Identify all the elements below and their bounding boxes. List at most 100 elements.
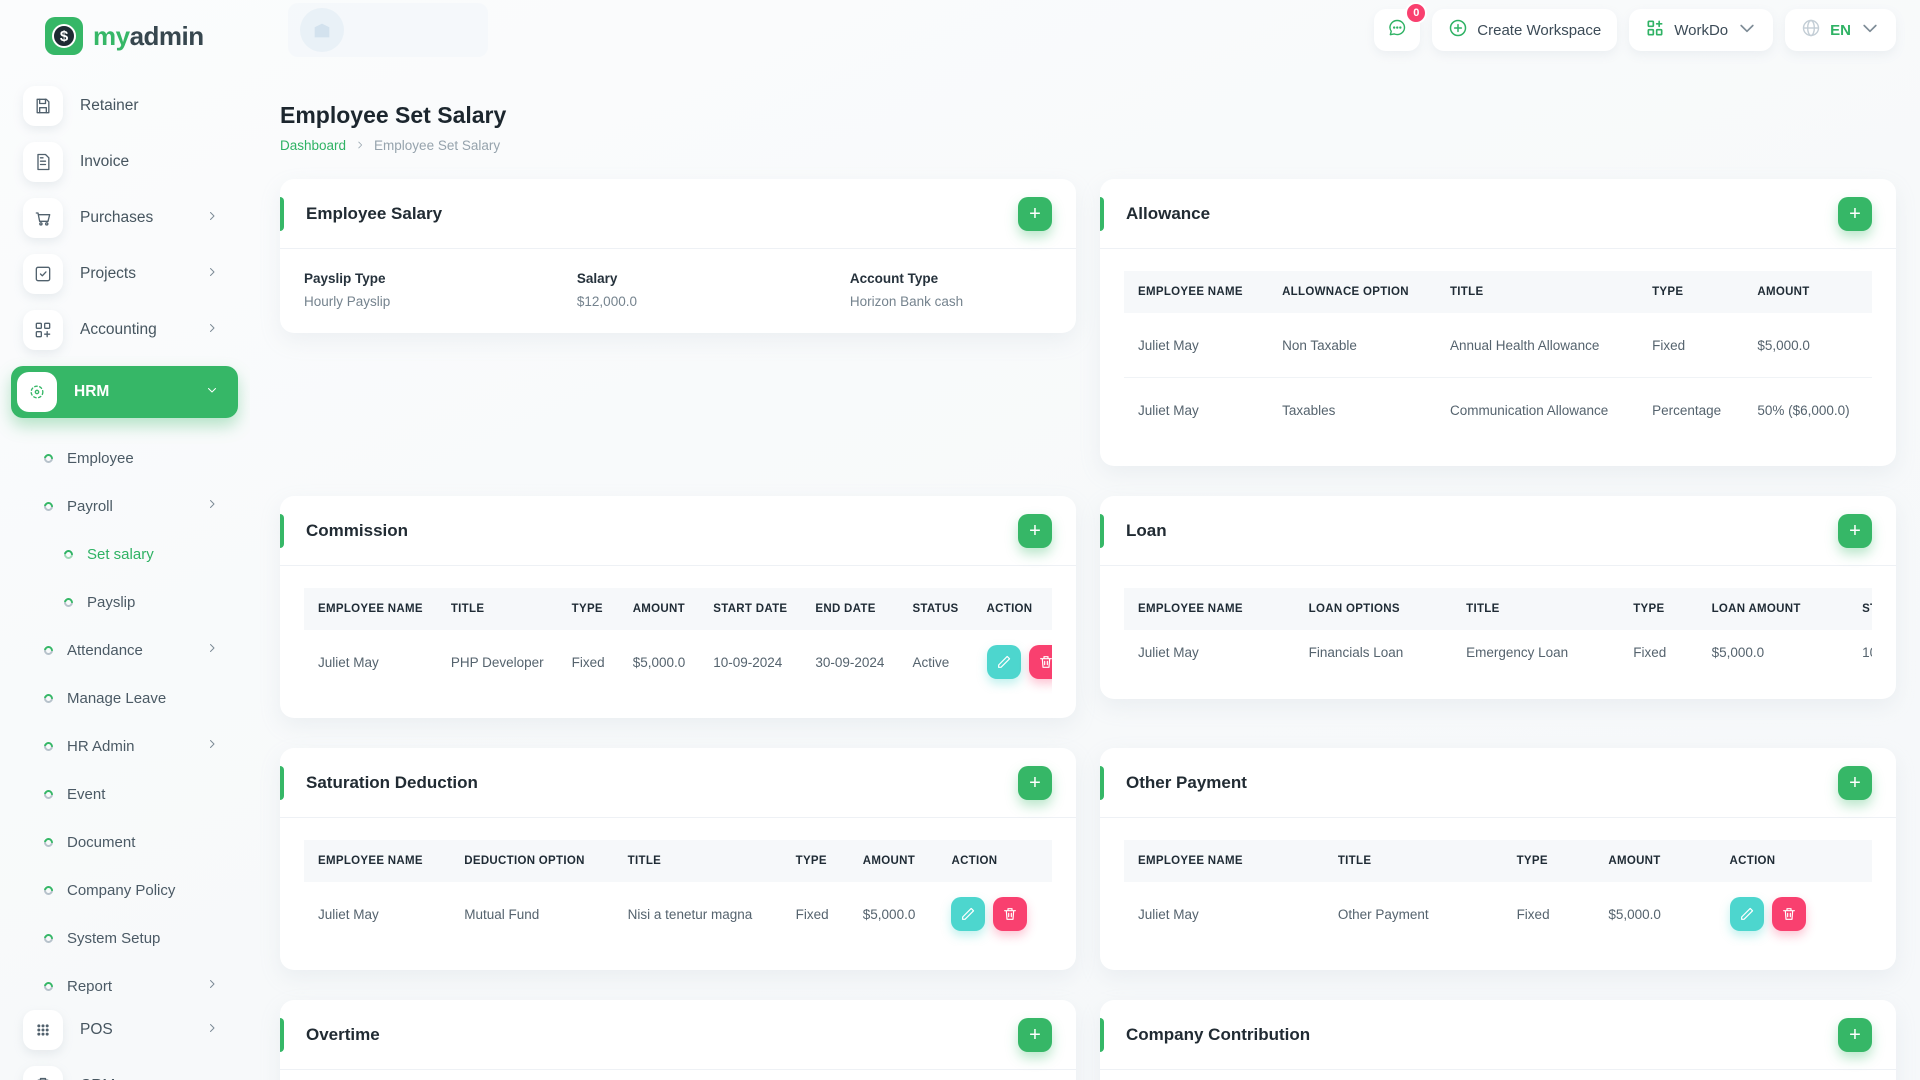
- sidebar-item-payslip[interactable]: Payslip: [0, 578, 250, 626]
- sidebar-item-label: Set salary: [87, 545, 154, 563]
- employee-salary-body: Payslip Type Hourly Payslip Salary $12,0…: [280, 249, 1076, 333]
- column-header: Deduction Option: [450, 840, 614, 882]
- table-cell: Juliet May: [1138, 645, 1199, 660]
- sidebar-item-label: Retainer: [80, 97, 139, 114]
- sidebar-item-purchases[interactable]: Purchases: [11, 198, 238, 238]
- table-cell: Juliet May: [1138, 402, 1199, 418]
- bullet-icon: [42, 499, 55, 513]
- field-account-type: Account Type Horizon Bank cash: [849, 271, 964, 309]
- workdo-dropdown[interactable]: WorkDo: [1629, 9, 1774, 51]
- column-header: Amount: [618, 588, 700, 630]
- card-title: Company Contribution: [1126, 1024, 1311, 1044]
- building-icon: [300, 8, 344, 52]
- table-cell: Nisi a tenetur magna: [627, 906, 753, 922]
- hrm-icon: [17, 372, 57, 412]
- sidebar-item-label: Purchases: [80, 209, 154, 226]
- breadcrumb-dashboard-link[interactable]: Dashboard: [280, 138, 346, 153]
- delete-button[interactable]: [993, 897, 1028, 931]
- bullet-icon: [62, 595, 75, 609]
- table-cell: Non Taxable: [1268, 313, 1436, 378]
- edit-button[interactable]: [1729, 897, 1764, 931]
- table-cell: Mutual Fund: [464, 906, 540, 922]
- chevron-right-icon: [206, 641, 218, 659]
- column-header: Employee Name: [304, 840, 451, 882]
- table-cell: Taxables: [1282, 402, 1336, 418]
- sidebar-item-label: Event: [67, 785, 106, 803]
- card-header: Allowance +: [1100, 179, 1896, 249]
- topbar: 0 Create Workspace WorkDo EN: [280, 0, 1896, 60]
- accent-bar: [1100, 766, 1104, 800]
- sidebar-item-report[interactable]: Report: [0, 962, 250, 1010]
- sidebar-item-retainer[interactable]: Retainer: [11, 86, 238, 126]
- sidebar-item-label: Document: [67, 833, 136, 851]
- language-dropdown[interactable]: EN: [1785, 9, 1896, 51]
- page-title: Employee Set Salary: [280, 102, 507, 128]
- add-loan-button[interactable]: +: [1838, 513, 1872, 548]
- column-header: Start Date: [1848, 588, 1872, 630]
- chevron-right-icon: [206, 1021, 218, 1039]
- saturation-deduction-table: Employee Name Deduction Option Title Type Am…: [304, 840, 1052, 946]
- add-overtime-button[interactable]: +: [1018, 1017, 1052, 1052]
- create-workspace-button[interactable]: Create Workspace: [1432, 9, 1618, 51]
- sidebar-item-system-setup[interactable]: System Setup: [0, 914, 250, 962]
- delete-button[interactable]: [1028, 645, 1052, 679]
- sidebar-item-invoice[interactable]: Invoice: [11, 142, 238, 182]
- column-header: Title: [436, 588, 558, 630]
- sidebar-item-accounting[interactable]: Accounting: [11, 310, 238, 350]
- card-grid: Employee Salary + Payslip Type Hourly Pa…: [280, 179, 1896, 1080]
- sidebar-item-projects[interactable]: Projects: [11, 254, 238, 294]
- brand-logo[interactable]: $ myadmin: [0, 14, 250, 58]
- table-cell: $5,000.0: [862, 906, 916, 922]
- pencil-icon: [960, 906, 976, 922]
- action-cell: [937, 882, 1052, 946]
- add-saturation-deduction-button[interactable]: +: [1018, 765, 1052, 800]
- sidebar-item-label: POS: [80, 1021, 113, 1038]
- loan-card: Loan + Employee Name Loan Options Title Typ…: [1100, 496, 1896, 699]
- add-company-contribution-button[interactable]: +: [1838, 1017, 1872, 1052]
- table-row: Juliet May Financials Loan Emergency Loan F…: [1124, 630, 1872, 675]
- add-other-payment-button[interactable]: +: [1838, 765, 1872, 800]
- column-header: Status: [898, 588, 973, 630]
- sidebar-item-hr-admin[interactable]: HR Admin: [0, 722, 250, 770]
- sidebar-item-event[interactable]: Event: [0, 770, 250, 818]
- table-cell: Juliet May: [1138, 906, 1199, 922]
- accent-bar: [1100, 197, 1104, 231]
- add-commission-button[interactable]: +: [1018, 513, 1052, 548]
- add-employee-salary-button[interactable]: +: [1018, 196, 1052, 231]
- column-header: Type: [1502, 840, 1595, 882]
- column-header: Amount: [1594, 840, 1716, 882]
- table-cell: $5,000.0: [1608, 906, 1661, 922]
- sidebar-item-manage-leave[interactable]: Manage Leave: [0, 674, 250, 722]
- messages-button[interactable]: 0: [1374, 2, 1428, 51]
- app-root: $ myadmin Retainer Invoice Purchases Projec…: [0, 0, 1920, 1080]
- sidebar-item-company-policy[interactable]: Company Policy: [0, 866, 250, 914]
- sidebar-item-set-salary[interactable]: Set salary: [0, 530, 250, 578]
- edit-button[interactable]: [951, 897, 986, 931]
- table-row: Juliet May Other Payment Fixed $5,000.0: [1124, 882, 1872, 946]
- accent-bar: [280, 514, 284, 548]
- pos-icon: [23, 1010, 63, 1050]
- table-row: Juliet May PHP Developer Fixed $5,000.0 10-0…: [304, 630, 1052, 694]
- delete-button[interactable]: [1771, 897, 1806, 931]
- sidebar-item-pos[interactable]: POS: [11, 1010, 238, 1050]
- table-cell: $5,000.0: [1743, 313, 1872, 378]
- sidebar-item-attendance[interactable]: Attendance: [0, 626, 250, 674]
- card-title: Saturation Deduction: [306, 772, 478, 792]
- sidebar-item-crm[interactable]: CRM: [11, 1066, 238, 1080]
- accounting-icon: [23, 310, 63, 350]
- table-cell: $5,000.0: [632, 654, 686, 670]
- card-header: Other Payment +: [1100, 748, 1896, 818]
- sidebar-item-payroll[interactable]: Payroll: [0, 482, 250, 530]
- sidebar-item-document[interactable]: Document: [0, 818, 250, 866]
- column-header: Action: [972, 588, 1052, 630]
- table-cell: 30-09-2024: [815, 654, 885, 670]
- edit-button[interactable]: [986, 645, 1021, 679]
- sidebar-item-label: Projects: [80, 265, 136, 282]
- field-salary: Salary $12,000.0: [576, 271, 637, 309]
- sidebar-item-employee[interactable]: Employee: [0, 434, 250, 482]
- column-header: Title: [1435, 271, 1639, 313]
- bullet-icon: [42, 883, 55, 897]
- sidebar-item-label: Report: [67, 977, 113, 995]
- add-allowance-button[interactable]: +: [1838, 196, 1872, 231]
- sidebar-item-hrm[interactable]: HRM: [11, 366, 238, 418]
